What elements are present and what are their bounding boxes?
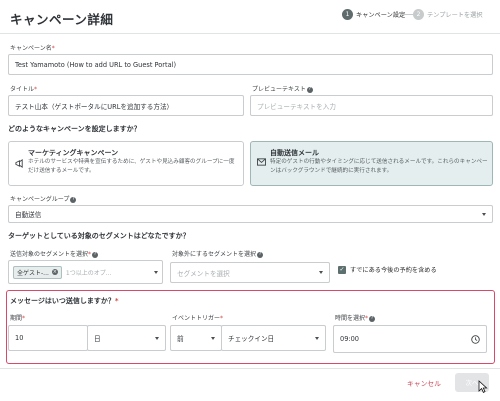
subject-input[interactable]: テスト山本（ゲストポータルにURLを追加する方法） bbox=[8, 95, 244, 116]
automated-card-desc: 特定のゲストの行動やタイミングに応じて送信されるメールです。これらのキャンペーン… bbox=[270, 159, 488, 174]
event-trigger-label: イベントトリガー* bbox=[172, 315, 224, 322]
clock-icon[interactable] bbox=[471, 334, 480, 344]
before-after-value: 前 bbox=[177, 335, 184, 343]
step-2-label: テンプレートを選択 bbox=[427, 12, 483, 19]
chevron-down-icon bbox=[154, 270, 158, 274]
chevron-down-icon bbox=[211, 336, 215, 340]
segments-question: ターゲットとしている対象のセグメントはどなたですか？ bbox=[8, 232, 190, 240]
period-unit-value: 日 bbox=[94, 335, 101, 343]
target-segment-select[interactable]: 全ゲスト-... × 1つ以上のオプ... bbox=[8, 260, 163, 284]
campaign-name-input[interactable]: Test Yamamoto (How to add URL to Guest P… bbox=[8, 54, 493, 75]
period-unit-select[interactable]: 日 bbox=[87, 325, 166, 351]
exclude-segment-label: 対象外にするセグメントを選択? bbox=[172, 251, 264, 258]
megaphone-icon bbox=[15, 159, 24, 170]
period-input[interactable]: 10 bbox=[8, 325, 88, 351]
step-1-number: 1 bbox=[342, 9, 353, 20]
campaign-group-label: キャンペーングループ? bbox=[10, 196, 77, 203]
time-input[interactable]: 09:00 bbox=[333, 325, 487, 353]
segment-chip-label: 全ゲスト-... bbox=[17, 269, 49, 277]
campaign-group-select[interactable]: 自動送信 bbox=[8, 205, 493, 223]
step-2-number: 2 bbox=[413, 9, 424, 20]
mouse-cursor-icon bbox=[478, 380, 488, 395]
include-future-bookings-label: すでにある今後の予約を含める bbox=[350, 267, 437, 274]
marketing-card-desc: ホテルのサービスや特典を宣伝するために、ゲストや見込み顧客のグループに一度だけ送… bbox=[28, 159, 235, 174]
segment-chip: 全ゲスト-... × bbox=[13, 265, 62, 279]
send-timing-question: メッセージはいつ送信しますか？* bbox=[10, 297, 119, 305]
step-1: 1 キャンペーン設定 bbox=[342, 9, 405, 20]
close-icon[interactable]: × bbox=[51, 269, 58, 275]
checkbox-checked-icon[interactable]: ✓ bbox=[338, 265, 346, 274]
chevron-down-icon bbox=[155, 336, 159, 340]
campaign-name-label: キャンペーン名* bbox=[10, 45, 55, 52]
mail-icon bbox=[257, 158, 266, 168]
event-select[interactable]: チェックイン日 bbox=[221, 325, 326, 351]
header-divider bbox=[0, 33, 500, 34]
chevron-down-icon bbox=[315, 336, 319, 340]
target-segment-label: 送信対象のセグメントを選択*? bbox=[10, 251, 99, 258]
preview-text-input[interactable]: プレビューテキストを入力 bbox=[250, 95, 493, 116]
cancel-button[interactable]: キャンセル bbox=[407, 378, 441, 388]
automated-card-title: 自動送信メール bbox=[270, 149, 319, 157]
help-icon: ? bbox=[70, 196, 77, 203]
target-segment-more: 1つ以上のオプ... bbox=[65, 269, 112, 277]
include-future-bookings[interactable]: ✓ すでにある今後の予約を含める bbox=[338, 265, 437, 274]
footer-divider bbox=[0, 368, 500, 369]
help-icon: ? bbox=[92, 251, 99, 258]
chevron-down-icon bbox=[482, 212, 486, 216]
page-title: キャンペーン詳細 bbox=[10, 12, 114, 27]
help-icon: ? bbox=[369, 315, 376, 322]
event-value: チェックイン日 bbox=[228, 335, 275, 343]
step-2: 2 テンプレートを選択 bbox=[413, 9, 483, 20]
exclude-segment-select[interactable]: セグメントを選択 bbox=[170, 262, 330, 283]
campaign-type-marketing-card[interactable]: マーケティングキャンペーン ホテルのサービスや特典を宣伝するために、ゲストや見込… bbox=[8, 141, 244, 186]
exclude-segment-placeholder: セグメントを選択 bbox=[177, 269, 230, 278]
subject-label: タイトル* bbox=[10, 86, 38, 93]
help-icon: ? bbox=[257, 251, 264, 258]
step-1-label: キャンペーン設定 bbox=[356, 12, 406, 19]
before-after-select[interactable]: 前 bbox=[170, 325, 222, 351]
time-value: 09:00 bbox=[340, 335, 360, 343]
period-label: 期間* bbox=[10, 315, 26, 322]
campaign-type-automated-card[interactable]: 自動送信メール 特定のゲストの行動やタイミングに応じて送信されるメールです。これ… bbox=[250, 141, 493, 186]
time-label: 時間を選択*? bbox=[335, 315, 376, 322]
campaign-group-value: 自動送信 bbox=[15, 211, 42, 219]
help-icon: ? bbox=[306, 86, 313, 93]
campaign-type-question: どのようなキャンペーンを設定しますか？ bbox=[8, 125, 141, 133]
preview-text-label: プレビューテキスト? bbox=[252, 86, 313, 93]
chevron-down-icon bbox=[319, 271, 323, 274]
marketing-card-title: マーケティングキャンペーン bbox=[28, 149, 119, 157]
